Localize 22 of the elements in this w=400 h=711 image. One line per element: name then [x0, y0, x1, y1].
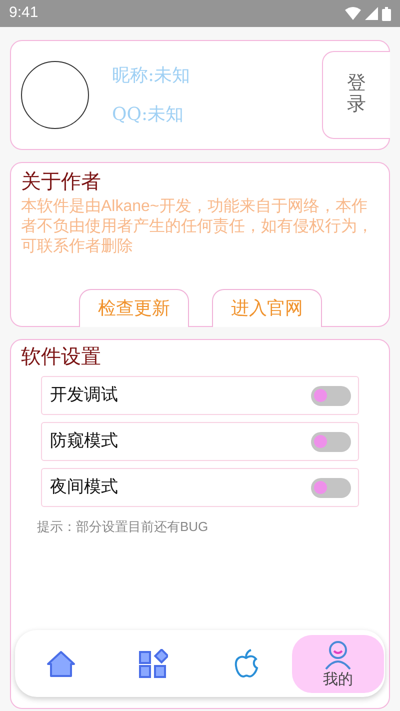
signal-icon: [365, 7, 378, 20]
battery-icon: [382, 6, 391, 20]
wifi-icon: [345, 7, 361, 20]
home-icon: [46, 650, 76, 678]
user-icon: [322, 640, 353, 670]
qq-text: QQ:未知: [112, 103, 185, 127]
status-time: 9:41: [9, 3, 38, 24]
about-title: 关于作者: [21, 170, 102, 195]
setting-label: 夜间模式: [50, 476, 118, 499]
toggle-switch[interactable]: [311, 386, 351, 406]
setting-label: 开发调试: [50, 384, 118, 407]
settings-title: 软件设置: [21, 345, 102, 370]
login-button[interactable]: 登录: [322, 51, 390, 139]
nickname-text: 昵称:未知: [112, 64, 190, 88]
hint-text: 提示：部分设置目前还有BUG: [36, 518, 210, 536]
apps-icon: [138, 648, 168, 678]
toggle-switch[interactable]: [311, 478, 351, 498]
setting-label: 防窥模式: [50, 430, 118, 453]
about-text: 本软件是由Alkane~开发，功能来自于网络，本作者不负由使用者产生的任何责任，如有侵权行为，可联系作者删除: [21, 197, 374, 257]
apple-icon: [232, 648, 259, 678]
toggle-switch[interactable]: [311, 432, 351, 452]
nav-tab[interactable]: 我的: [292, 634, 384, 692]
